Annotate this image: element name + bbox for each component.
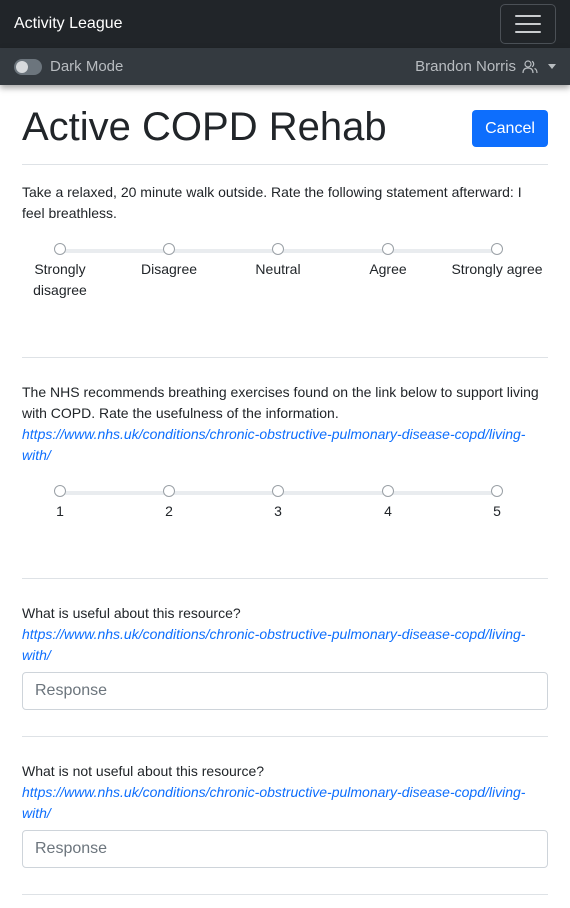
secondary-bar: Dark Mode Brandon Norris <box>0 48 570 85</box>
radio-button[interactable] <box>491 243 503 255</box>
main-content: Active COPD Rehab Cancel Take a relaxed,… <box>22 85 548 895</box>
radio-button[interactable] <box>382 243 394 255</box>
users-icon <box>522 59 538 73</box>
radio-button[interactable] <box>54 243 66 255</box>
divider <box>22 357 548 358</box>
user-menu[interactable]: Brandon Norris <box>415 58 556 75</box>
option-label: Strongly agree <box>451 261 543 277</box>
radio-button[interactable] <box>272 485 284 497</box>
response-input[interactable] <box>22 830 548 868</box>
dark-mode-switch[interactable] <box>14 58 42 75</box>
question-text: What is not useful about this resource? <box>22 763 265 779</box>
rating-scale-2: 1 2 3 4 5 <box>22 485 548 545</box>
page-header: Active COPD Rehab Cancel <box>22 85 548 165</box>
option-label: Strongly disagree <box>33 261 87 298</box>
question-text: The NHS recommends breathing exercises f… <box>22 384 539 421</box>
user-name: Brandon Norris <box>415 58 516 75</box>
option-label: 2 <box>165 503 173 519</box>
radio-button[interactable] <box>382 485 394 497</box>
radio-button[interactable] <box>163 485 175 497</box>
scale-option[interactable]: 5 <box>442 485 552 522</box>
scale-option[interactable]: Strongly agree <box>442 243 552 280</box>
chevron-down-icon <box>548 64 556 69</box>
dark-mode-toggle[interactable]: Dark Mode <box>14 58 123 75</box>
scale-option[interactable]: Disagree <box>114 243 224 280</box>
question-1: Take a relaxed, 20 minute walk outside. … <box>22 182 548 224</box>
option-label: 5 <box>493 503 501 519</box>
scale-option[interactable]: Strongly disagree <box>5 243 115 301</box>
divider <box>22 894 548 895</box>
scale-option[interactable]: 1 <box>5 485 115 522</box>
scale-option[interactable]: Neutral <box>223 243 333 280</box>
question-4: What is not useful about this resource? … <box>22 761 548 868</box>
question-text: What is useful about this resource? <box>22 605 241 621</box>
question-text: Take a relaxed, 20 minute walk outside. … <box>22 184 522 221</box>
option-label: Disagree <box>140 261 198 277</box>
menu-toggle-button[interactable] <box>500 4 556 44</box>
scale-option[interactable]: 2 <box>114 485 224 522</box>
response-input[interactable] <box>22 672 548 710</box>
scale-option[interactable]: Agree <box>333 243 443 280</box>
radio-button[interactable] <box>491 485 503 497</box>
option-label: 4 <box>384 503 392 519</box>
option-label: Agree <box>369 261 407 277</box>
brand-title[interactable]: Activity League <box>14 15 123 33</box>
question-2: The NHS recommends breathing exercises f… <box>22 382 548 466</box>
divider <box>22 736 548 737</box>
scale-option[interactable]: 4 <box>333 485 443 522</box>
resource-link[interactable]: https://www.nhs.uk/conditions/chronic-ob… <box>22 782 548 824</box>
question-3: What is useful about this resource? http… <box>22 603 548 710</box>
option-label: 3 <box>274 503 282 519</box>
scale-option[interactable]: 3 <box>223 485 333 522</box>
radio-button[interactable] <box>54 485 66 497</box>
dark-mode-label: Dark Mode <box>50 58 124 75</box>
cancel-button[interactable]: Cancel <box>472 110 548 147</box>
top-navbar: Activity League <box>0 0 570 48</box>
option-label: 1 <box>56 503 64 519</box>
radio-button[interactable] <box>272 243 284 255</box>
resource-link[interactable]: https://www.nhs.uk/conditions/chronic-ob… <box>22 424 548 466</box>
radio-button[interactable] <box>163 243 175 255</box>
likert-scale-1: Strongly disagree Disagree Neutral Agree… <box>22 243 548 303</box>
hamburger-icon <box>515 15 541 17</box>
option-label: Neutral <box>255 261 301 277</box>
divider <box>22 578 548 579</box>
resource-link[interactable]: https://www.nhs.uk/conditions/chronic-ob… <box>22 624 548 666</box>
page-title: Active COPD Rehab <box>22 105 387 149</box>
